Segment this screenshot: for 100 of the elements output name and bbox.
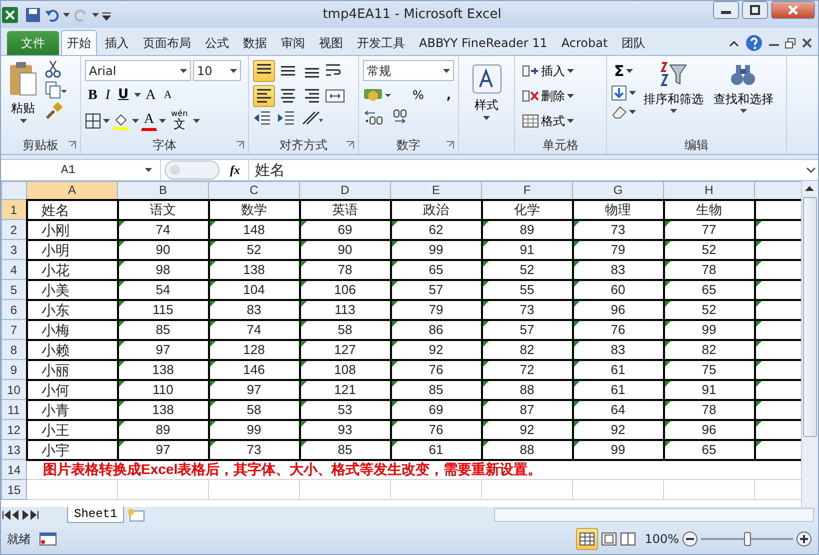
delete-cells-button[interactable]: 删除 [519,85,577,107]
fill-color-icon[interactable] [112,112,130,130]
column-header[interactable]: E [390,182,482,200]
sheet-tab[interactable]: Sheet1 [67,507,124,523]
font-name-field[interactable]: Arial [85,60,191,81]
caret-icon[interactable] [567,69,574,73]
ribbon-tab[interactable]: Acrobat [555,30,614,55]
row-header[interactable]: 4 [2,260,26,280]
caret-icon[interactable] [483,116,490,120]
column-header[interactable]: A [26,182,118,200]
font-color-button[interactable]: A [141,111,158,131]
column-header[interactable] [754,182,802,200]
ribbon-tab[interactable]: 页面布局 [137,30,197,55]
column-header[interactable]: C [208,182,300,200]
caret-icon[interactable] [134,93,141,97]
row-header[interactable]: 6 [2,300,26,320]
caret-icon[interactable] [670,109,677,113]
dialog-launcher-icon[interactable] [346,141,354,149]
row-header[interactable]: 8 [2,340,26,360]
caret-icon[interactable] [230,68,237,72]
ribbon-tab[interactable]: 团队 [616,30,652,55]
decrease-indent-icon[interactable] [253,110,271,126]
scissors-icon[interactable] [45,60,61,78]
paste-button[interactable]: 粘贴 [5,60,41,130]
caret-icon[interactable] [20,119,26,123]
ribbon-tab[interactable]: 数据 [237,30,273,55]
eraser-icon[interactable] [611,104,627,120]
ribbon-tab[interactable]: 开始 [61,30,97,55]
minimize-button[interactable] [713,1,739,19]
row-header[interactable]: 3 [2,240,26,260]
fill-down-icon[interactable] [611,85,627,101]
vertical-scrollbar[interactable] [801,181,818,507]
ribbon-tab[interactable]: 审阅 [275,30,311,55]
caret-icon[interactable] [159,119,166,123]
grow-font-button[interactable]: A [142,84,159,106]
zoom-level[interactable]: 100% [644,530,679,548]
help-icon[interactable] [745,34,763,52]
row-header[interactable]: 14 [2,460,26,480]
wrap-text-icon[interactable] [325,63,343,79]
caret-icon[interactable] [132,119,139,123]
ribbon-tab[interactable]: 视图 [313,30,349,55]
top-align-button[interactable] [253,60,275,82]
ribbon-tab[interactable]: 公式 [199,30,235,55]
column-header[interactable]: B [118,182,208,200]
column-header[interactable]: D [300,182,390,200]
find-select-button[interactable]: 查找和选择 [710,60,776,130]
formula-input[interactable]: 姓名 [249,158,804,182]
caret-icon[interactable] [92,12,99,16]
zoom-slider[interactable] [701,532,793,546]
italic-button[interactable]: I [102,84,114,106]
ribbon-tab[interactable]: 插入 [99,30,135,55]
macro-record-icon[interactable] [39,530,57,546]
shrink-font-button[interactable]: A [160,84,175,106]
close-button[interactable] [771,1,815,19]
borders-icon[interactable] [85,113,101,129]
row-header[interactable]: 9 [2,360,26,380]
font-size-field[interactable]: 10 [193,60,241,81]
row-header[interactable]: 1 [2,200,26,220]
comma-button[interactable]: , [443,84,454,106]
row-header[interactable]: 7 [2,320,26,340]
row-header[interactable]: 5 [2,280,26,300]
underline-button[interactable]: U [115,84,132,106]
copy-icon[interactable] [45,81,67,99]
column-header[interactable]: F [482,182,572,200]
row-header[interactable]: 11 [2,400,26,420]
ribbon-tab[interactable]: 开发工具 [351,30,411,55]
page-layout-icon[interactable] [600,532,617,546]
dialog-launcher-icon[interactable] [236,141,244,149]
caret-icon[interactable] [63,12,70,16]
dialog-launcher-icon[interactable] [68,141,76,149]
number-format-field[interactable]: 常规 [363,60,454,81]
restore-button[interactable] [742,1,768,19]
sort-filter-button[interactable]: 排序和筛选 [640,60,706,130]
column-header[interactable]: H [664,182,754,200]
horizontal-scrollbar[interactable] [494,508,814,522]
caret-icon[interactable] [443,68,450,72]
restore-icon[interactable] [785,38,796,48]
styles-button[interactable]: 样式 [468,63,504,133]
close-icon[interactable] [802,38,812,48]
caret-icon[interactable] [567,94,574,98]
dialog-launcher-icon[interactable] [446,141,454,149]
zoom-in-icon[interactable] [796,530,812,546]
row-header[interactable]: 10 [2,380,26,400]
left-align-button[interactable] [253,85,275,107]
bold-button[interactable]: B [85,84,100,106]
zoom-slider-thumb[interactable] [744,532,751,546]
collapse-ribbon-icon[interactable] [729,40,739,46]
insert-cells-button[interactable]: 插入 [519,60,577,82]
save-icon[interactable] [25,6,41,22]
column-header[interactable]: G [572,182,664,200]
caret-icon[interactable] [626,69,634,73]
zoom-out-icon[interactable] [682,530,698,546]
file-tab[interactable]: 文件 [7,31,59,55]
caret-icon[interactable] [629,110,636,114]
row-header[interactable]: 2 [2,220,26,240]
caret-icon[interactable] [629,91,636,95]
row-header[interactable]: 15 [2,480,26,500]
row-header[interactable]: 12 [2,420,26,440]
row-header[interactable]: 13 [2,440,26,460]
caret-icon[interactable] [192,119,200,123]
